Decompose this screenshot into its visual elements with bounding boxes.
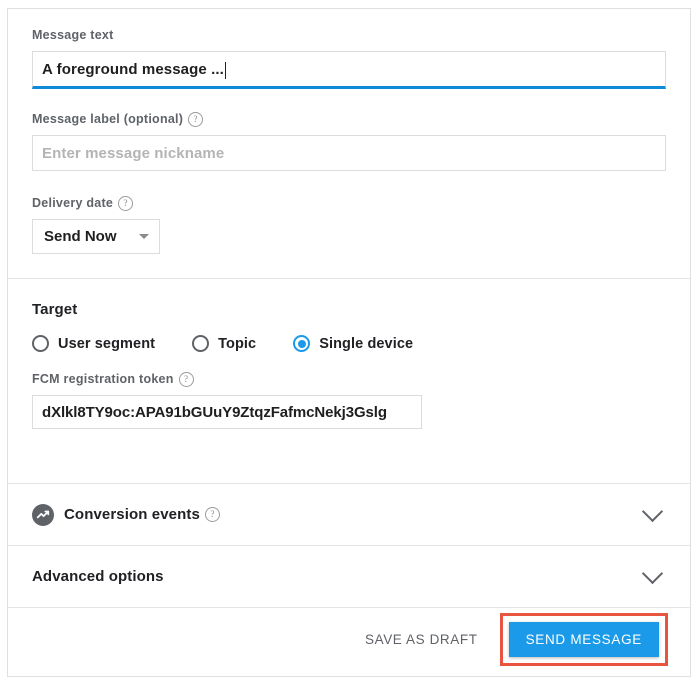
help-icon[interactable]: ? [188, 111, 204, 127]
message-section: Message text A foreground message ... Me… [8, 9, 690, 254]
chevron-down-icon[interactable] [641, 562, 664, 585]
fcm-token-label-text: FCM registration token [32, 372, 174, 386]
message-text-label: Message text [32, 27, 666, 43]
save-as-draft-button[interactable]: SAVE AS DRAFT [365, 632, 478, 647]
chevron-down-icon[interactable] [641, 500, 664, 523]
analytics-trend-icon [32, 503, 54, 526]
radio-inner-dot [297, 339, 306, 348]
radio-icon [192, 335, 210, 352]
help-icon[interactable]: ? [118, 195, 134, 211]
accordion-advanced-left: Advanced options [32, 568, 164, 585]
radio-user-segment-label: User segment [58, 335, 156, 352]
chevron-down-icon [139, 234, 149, 239]
target-spacer [32, 429, 666, 461]
send-message-highlight-annotation: SEND MESSAGE [499, 612, 668, 666]
target-section: Target User segment Topic Single device … [8, 279, 690, 483]
help-icon[interactable]: ? [178, 371, 194, 387]
message-text-label-text: Message text [32, 28, 114, 42]
target-radio-group: User segment Topic Single device [32, 335, 666, 352]
accordion-advanced-title-wrap: Advanced options [32, 568, 164, 585]
radio-topic-label: Topic [218, 335, 257, 352]
accordion-conversion-title: Conversion events [64, 506, 200, 523]
message-text-input[interactable]: A foreground message ... [32, 51, 666, 89]
message-text-value: A foreground message ... [42, 60, 224, 78]
compose-notification-card: Message text A foreground message ... Me… [7, 8, 691, 677]
form-footer: SAVE AS DRAFT SEND MESSAGE [8, 608, 690, 670]
message-label-input[interactable]: Enter message nickname [32, 135, 666, 171]
delivery-date-label-text: Delivery date [32, 196, 114, 210]
radio-topic[interactable]: Topic [192, 335, 256, 352]
delivery-date-selected-value: Send Now [44, 228, 117, 245]
radio-single-device-label: Single device [319, 335, 414, 352]
accordion-advanced-title: Advanced options [32, 568, 164, 585]
message-label-label-text: Message label (optional) [32, 112, 184, 126]
fcm-token-label: FCM registration token ? [32, 371, 666, 387]
send-message-button[interactable]: SEND MESSAGE [508, 621, 659, 657]
accordion-conversion-left: Conversion events ? [32, 503, 220, 526]
accordion-conversion-events[interactable]: Conversion events ? [8, 484, 690, 545]
delivery-date-select[interactable]: Send Now [32, 219, 160, 254]
accordion-conversion-title-wrap: Conversion events ? [64, 506, 220, 523]
radio-user-segment[interactable]: User segment [32, 335, 155, 352]
help-icon[interactable]: ? [204, 507, 220, 522]
fcm-token-value: dXlkl8TY9oc:APA91bGUuY9ZtqzFafmcNekj3Gsl… [42, 403, 387, 421]
delivery-date-label: Delivery date ? [32, 195, 666, 211]
radio-icon-selected [293, 335, 311, 352]
message-label-placeholder: Enter message nickname [42, 144, 225, 162]
accordion-advanced-options[interactable]: Advanced options [8, 546, 690, 607]
message-label-label: Message label (optional) ? [32, 111, 666, 127]
target-title: Target [32, 301, 78, 318]
radio-single-device[interactable]: Single device [293, 335, 413, 352]
radio-icon [32, 335, 49, 352]
text-caret [224, 61, 226, 79]
fcm-token-input[interactable]: dXlkl8TY9oc:APA91bGUuY9ZtqzFafmcNekj3Gsl… [32, 395, 422, 429]
